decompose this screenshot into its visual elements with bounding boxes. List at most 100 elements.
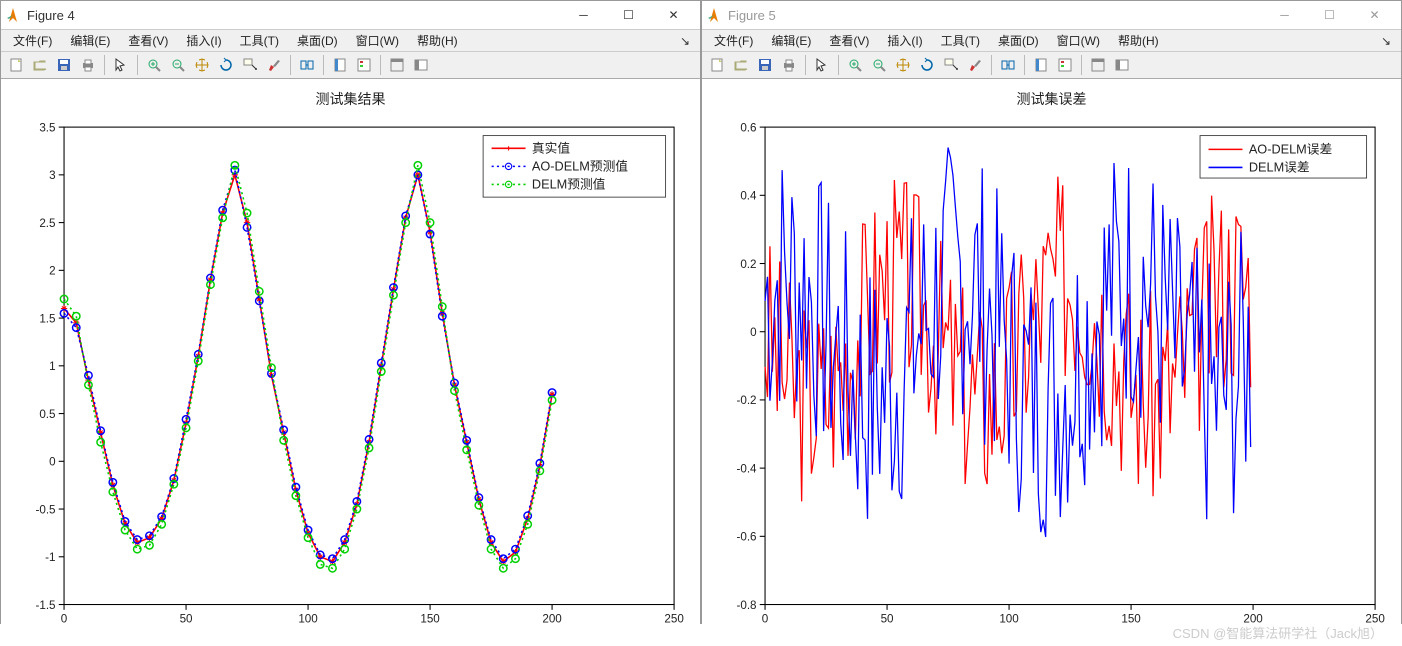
svg-text:AO-DELM预测值: AO-DELM预测值 [532,159,628,174]
arrow-icon[interactable] [110,54,132,76]
legend-icon[interactable] [1054,54,1076,76]
menu-item[interactable]: 窗口(W) [1049,30,1108,51]
menu-item[interactable]: 帮助(H) [409,30,466,51]
menu-item[interactable]: 桌面(D) [289,30,346,51]
datacursor-icon[interactable] [239,54,261,76]
menu-arrow-icon[interactable]: ↘ [680,34,696,48]
maximize-button[interactable]: ☐ [606,1,651,29]
colorbar-icon[interactable] [1030,54,1052,76]
menu-item[interactable]: 查看(V) [821,30,877,51]
zoomin-icon[interactable] [143,54,165,76]
menu-item[interactable]: 插入(I) [879,30,930,51]
print-icon[interactable] [77,54,99,76]
svg-text:-0.8: -0.8 [736,599,756,612]
svg-text:-0.4: -0.4 [736,462,757,475]
legend-icon[interactable] [353,54,375,76]
matlab-icon [5,7,21,23]
rotate-icon[interactable] [215,54,237,76]
menu-item[interactable]: 文件(F) [5,30,60,51]
svg-text:1: 1 [49,360,55,373]
svg-text:2: 2 [49,265,55,278]
brush-icon[interactable] [263,54,285,76]
menubar: 文件(F)编辑(E)查看(V)插入(I)工具(T)桌面(D)窗口(W)帮助(H)… [1,30,700,52]
close-button[interactable]: ✕ [651,1,696,29]
svg-text:真实值: 真实值 [532,141,570,156]
svg-text:3.5: 3.5 [39,121,55,134]
menu-item[interactable]: 帮助(H) [1110,30,1167,51]
svg-text:DELM预测值: DELM预测值 [532,177,606,192]
svg-text:0.4: 0.4 [740,190,757,203]
svg-text:0: 0 [750,326,757,339]
menu-item[interactable]: 工具(T) [232,30,287,51]
menu-item[interactable]: 编辑(E) [763,30,819,51]
new-icon[interactable] [5,54,27,76]
svg-text:0.5: 0.5 [39,408,55,421]
link-icon[interactable] [997,54,1019,76]
menu-item[interactable]: 编辑(E) [62,30,118,51]
plot-area: 测试集误差 050100150200250-0.8-0.6-0.4-0.200.… [702,79,1401,646]
dock-icon[interactable] [386,54,408,76]
svg-text:AO-DELM误差: AO-DELM误差 [1249,142,1332,157]
annotate-icon[interactable] [410,54,432,76]
chart[interactable]: 050100150200250-1.5-1-0.500.511.522.533.… [11,113,690,640]
menu-arrow-icon[interactable]: ↘ [1381,34,1397,48]
menu-item[interactable]: 窗口(W) [348,30,407,51]
close-button[interactable]: ✕ [1352,1,1397,29]
pan-icon[interactable] [892,54,914,76]
titlebar[interactable]: Figure 5 ─ ☐ ✕ [702,1,1401,30]
menu-item[interactable]: 桌面(D) [990,30,1047,51]
new-icon[interactable] [706,54,728,76]
svg-text:0.6: 0.6 [740,121,756,134]
menubar: 文件(F)编辑(E)查看(V)插入(I)工具(T)桌面(D)窗口(W)帮助(H)… [702,30,1401,52]
titlebar[interactable]: Figure 4 ─ ☐ ✕ [1,1,700,30]
rotate-icon[interactable] [916,54,938,76]
separator [805,55,806,75]
print-icon[interactable] [778,54,800,76]
menu-item[interactable]: 文件(F) [706,30,761,51]
save-icon[interactable] [754,54,776,76]
zoomin-icon[interactable] [844,54,866,76]
separator [1081,55,1082,75]
separator [137,55,138,75]
window-title: Figure 4 [27,8,561,23]
plot-area: 测试集结果 050100150200250-1.5-1-0.500.511.52… [1,79,700,646]
pan-icon[interactable] [191,54,213,76]
zoomout-icon[interactable] [167,54,189,76]
svg-text:DELM误差: DELM误差 [1249,160,1310,175]
toolbar [702,52,1401,79]
colorbar-icon[interactable] [329,54,351,76]
svg-text:0.2: 0.2 [740,258,756,271]
menu-item[interactable]: 插入(I) [178,30,229,51]
svg-text:3: 3 [49,169,55,182]
datacursor-icon[interactable] [940,54,962,76]
svg-text:1.5: 1.5 [39,312,55,325]
save-icon[interactable] [53,54,75,76]
open-icon[interactable] [730,54,752,76]
link-icon[interactable] [296,54,318,76]
dock-icon[interactable] [1087,54,1109,76]
svg-text:-0.6: -0.6 [736,531,756,544]
svg-text:-0.5: -0.5 [35,503,55,516]
svg-text:2.5: 2.5 [39,217,55,230]
svg-text:0: 0 [49,456,56,469]
chart-title: 测试集误差 [712,89,1391,109]
menu-item[interactable]: 工具(T) [933,30,988,51]
window-title: Figure 5 [728,8,1262,23]
svg-text:-1: -1 [45,551,55,564]
matlab-icon [706,7,722,23]
annotate-icon[interactable] [1111,54,1133,76]
separator [838,55,839,75]
maximize-button[interactable]: ☐ [1307,1,1352,29]
separator [290,55,291,75]
chart[interactable]: 050100150200250-0.8-0.6-0.4-0.200.20.40.… [712,113,1391,640]
menu-item[interactable]: 查看(V) [120,30,176,51]
brush-icon[interactable] [964,54,986,76]
zoomout-icon[interactable] [868,54,890,76]
svg-text:-1.5: -1.5 [35,599,55,612]
arrow-icon[interactable] [811,54,833,76]
separator [104,55,105,75]
minimize-button[interactable]: ─ [1262,1,1307,29]
minimize-button[interactable]: ─ [561,1,606,29]
separator [323,55,324,75]
open-icon[interactable] [29,54,51,76]
